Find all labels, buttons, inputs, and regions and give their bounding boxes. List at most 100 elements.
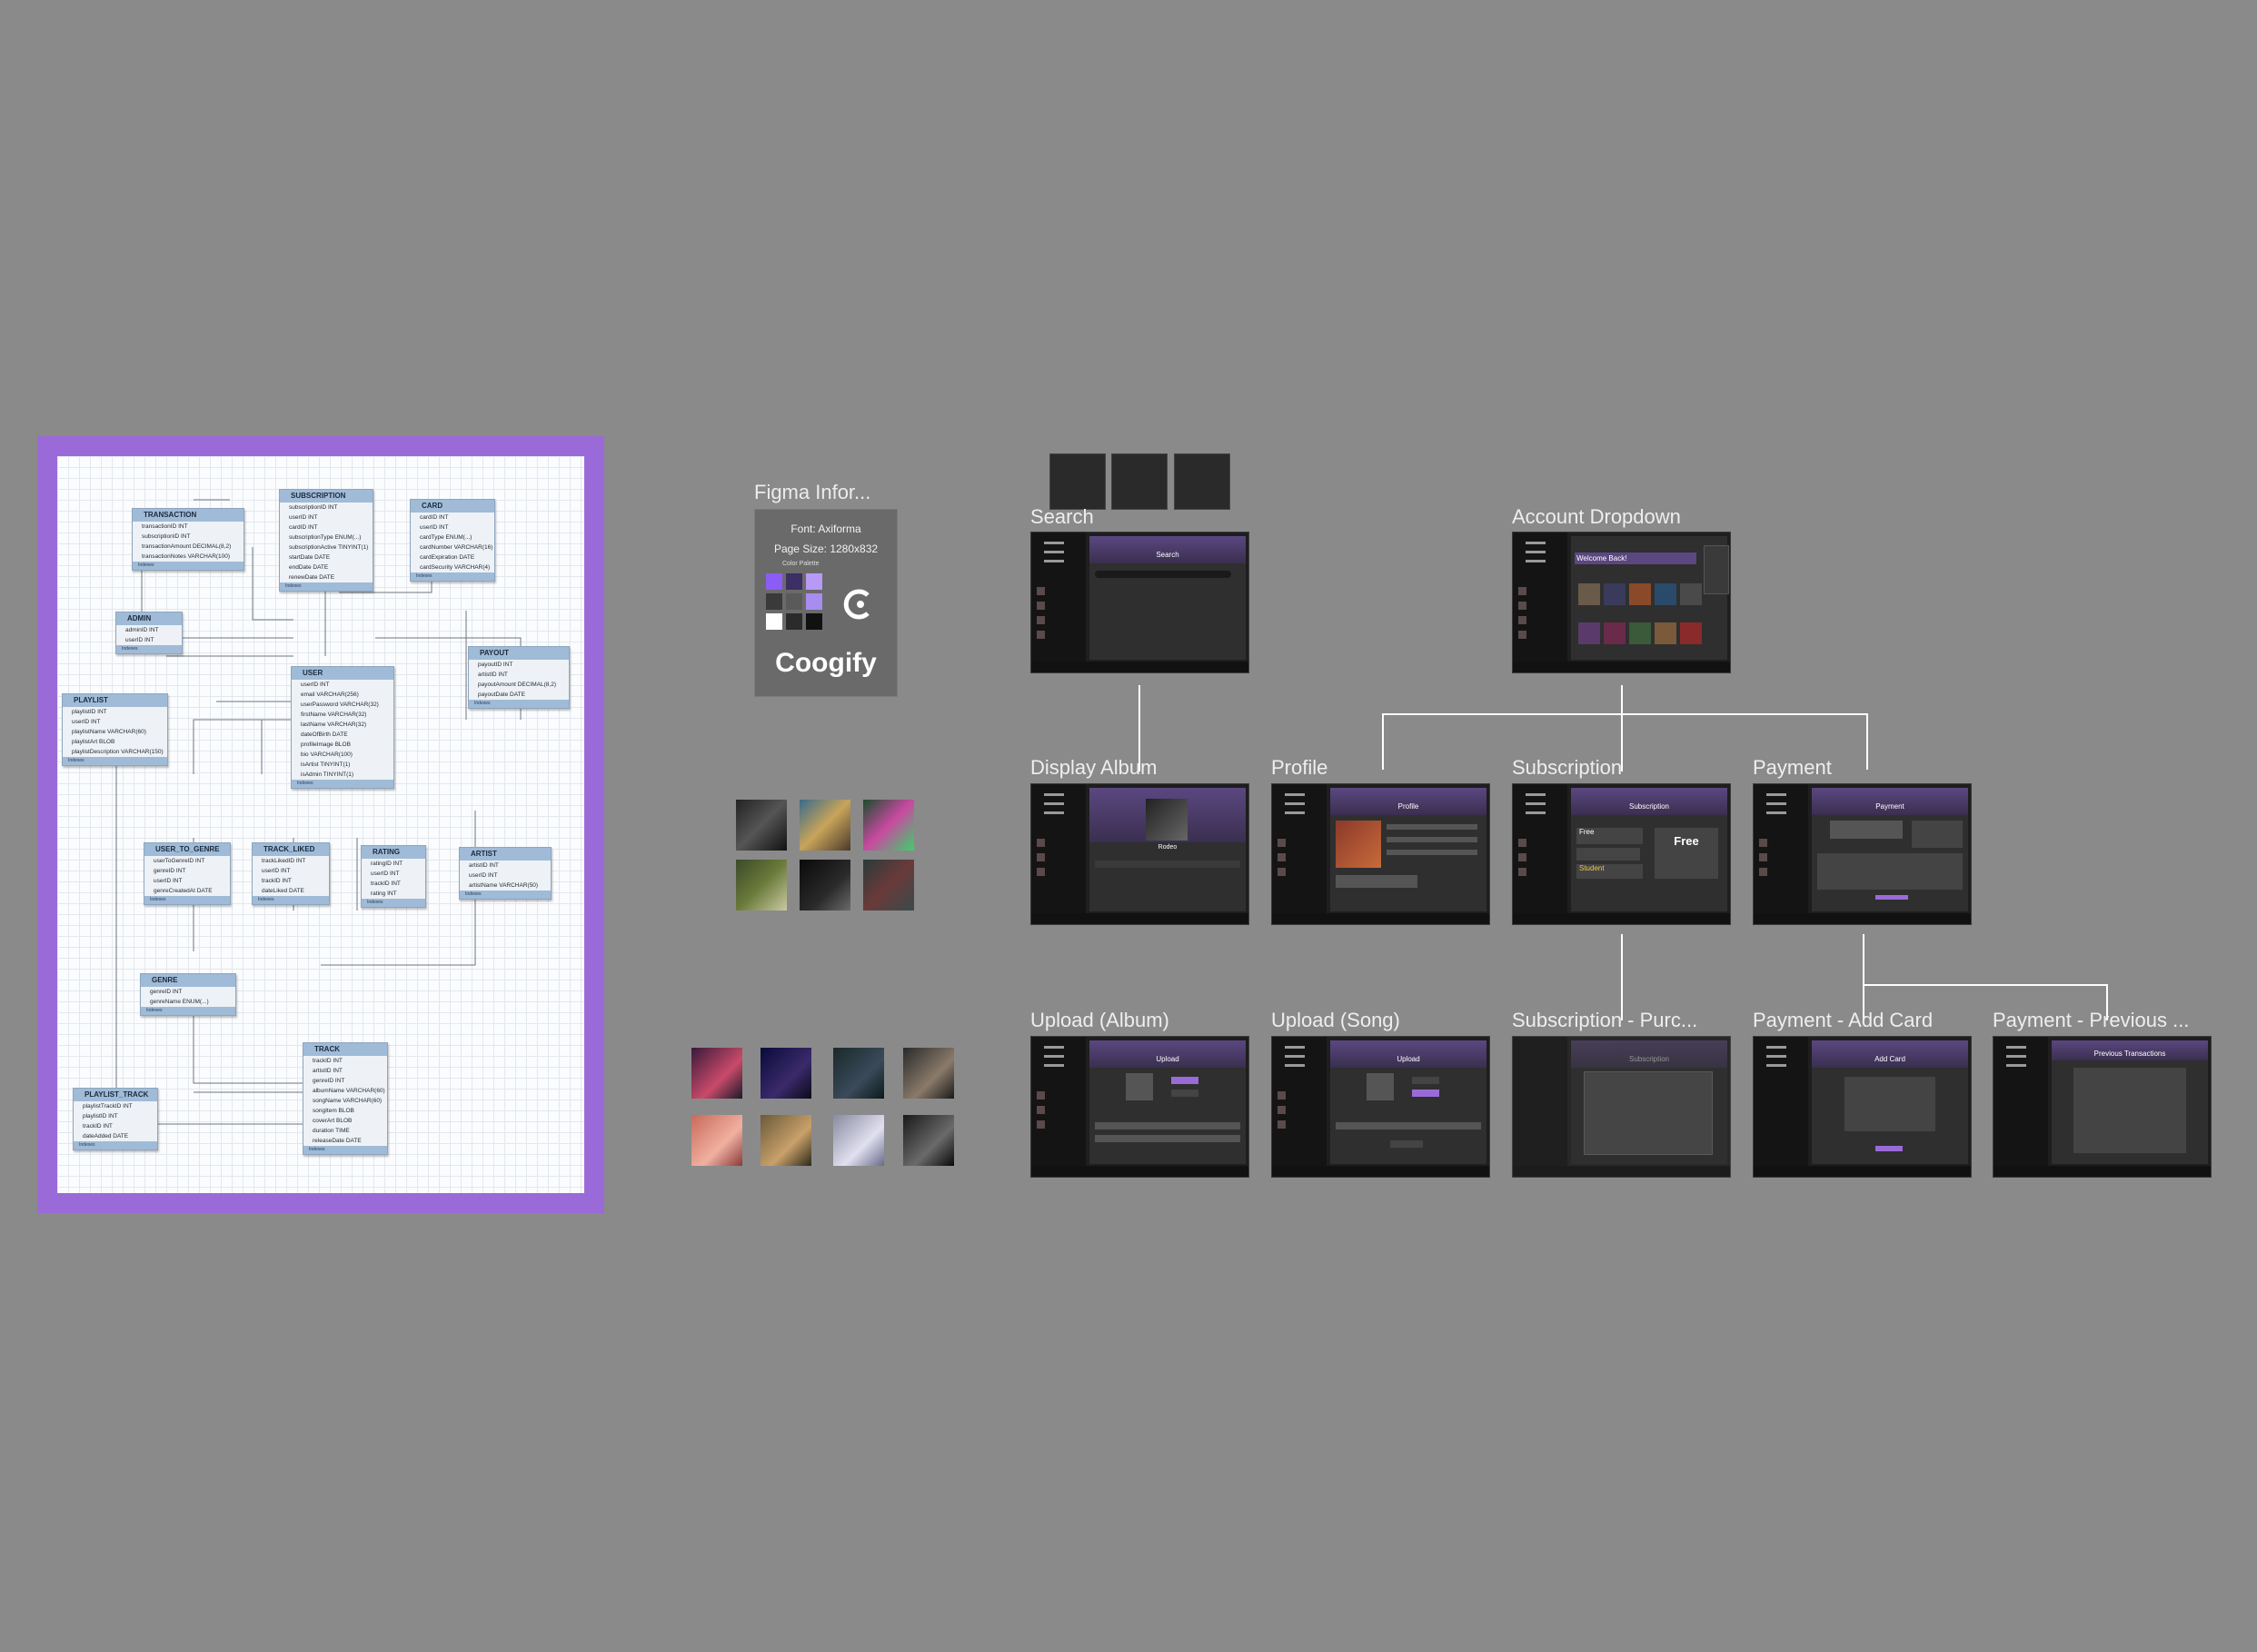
column: userID INT bbox=[72, 719, 101, 725]
screen-header: Subscription bbox=[1628, 1055, 1670, 1063]
frame-label-display-album[interactable]: Display Album bbox=[1030, 756, 1157, 780]
sidebar bbox=[1513, 532, 1567, 672]
screen-upload-album[interactable]: Upload bbox=[1030, 1036, 1249, 1178]
screen-subscription-purchase[interactable]: Subscription bbox=[1512, 1036, 1731, 1178]
column: songName VARCHAR(60) bbox=[313, 1098, 383, 1104]
screen-account-dropdown[interactable]: Welcome Back! bbox=[1512, 532, 1731, 673]
plan-free-button[interactable]: Free bbox=[1576, 828, 1643, 844]
screen-payment-add-card[interactable]: Add Card bbox=[1753, 1036, 1972, 1178]
profile-image[interactable] bbox=[1336, 821, 1381, 868]
column: trackID INT bbox=[83, 1123, 113, 1130]
figma-info-card[interactable]: Font: Axiforma Page Size: 1280x832 Color… bbox=[754, 509, 898, 697]
album-art-image bbox=[761, 1048, 811, 1099]
column: cardID INT bbox=[420, 514, 449, 521]
main-panel: Upload bbox=[1089, 1040, 1246, 1164]
bio-field[interactable] bbox=[1336, 875, 1417, 888]
add-card-form[interactable] bbox=[1844, 1077, 1935, 1131]
transactions-table[interactable] bbox=[2073, 1068, 2186, 1153]
table-card[interactable]: CARD cardID INT userID INT cardType ENUM… bbox=[410, 499, 495, 582]
plan-option-button[interactable] bbox=[1576, 848, 1640, 861]
frame-label-search[interactable]: Search bbox=[1030, 505, 1094, 529]
table-playlist-track[interactable]: PLAYLIST_TRACK playlistTrackID INT playl… bbox=[73, 1088, 158, 1150]
table-user[interactable]: USER userID INT email VARCHAR(256) userP… bbox=[291, 666, 394, 789]
track-row[interactable] bbox=[1095, 861, 1240, 868]
table-transaction[interactable]: TRANSACTION transactionID INT subscripti… bbox=[132, 508, 244, 571]
column: playlistDescription VARCHAR(150) bbox=[72, 749, 164, 755]
column: ratingID INT bbox=[371, 861, 403, 867]
frame-label-upload-song[interactable]: Upload (Song) bbox=[1271, 1009, 1400, 1032]
table-artist[interactable]: ARTIST artistID INT userID INT artistNam… bbox=[459, 847, 552, 900]
screen-search[interactable]: Search bbox=[1030, 532, 1249, 673]
erd-diagram: TRANSACTION transactionID INT subscripti… bbox=[57, 456, 584, 1193]
album-toggle-button[interactable] bbox=[1412, 1077, 1439, 1084]
column: dateAdded DATE bbox=[83, 1133, 129, 1139]
table-user-to-genre[interactable]: USER_TO_GENRE userToGenreID INT genreID … bbox=[144, 842, 231, 905]
album-toggle-button[interactable] bbox=[1171, 1077, 1198, 1084]
frame-label-payment-add-card[interactable]: Payment - Add Card bbox=[1753, 1009, 1933, 1032]
table-playlist[interactable]: PLAYLIST playlistID INT userID INT playl… bbox=[62, 693, 168, 766]
column: transactionNotes VARCHAR(100) bbox=[142, 553, 231, 560]
frame-label-upload-album[interactable]: Upload (Album) bbox=[1030, 1009, 1169, 1032]
color-swatch bbox=[786, 593, 802, 610]
table-track-liked[interactable]: TRACK_LIKED trackLikedID INT userID INT … bbox=[252, 842, 330, 905]
screen-display-album[interactable]: Rodeo bbox=[1030, 783, 1249, 925]
screen-payment-previous[interactable]: Previous Transactions bbox=[1993, 1036, 2212, 1178]
upload-dropzone[interactable] bbox=[1126, 1073, 1153, 1100]
column: playlistArt BLOB bbox=[72, 739, 115, 745]
column: startDate DATE bbox=[289, 554, 331, 561]
table-payout[interactable]: PAYOUT payoutID INT artistID INT payoutA… bbox=[468, 646, 570, 709]
column: coverArt BLOB bbox=[313, 1118, 353, 1124]
search-input[interactable] bbox=[1095, 571, 1231, 578]
submit-button[interactable] bbox=[1875, 1146, 1903, 1151]
screen-payment[interactable]: Payment bbox=[1753, 783, 1972, 925]
transaction-summary[interactable] bbox=[1912, 821, 1963, 848]
frame-label-subscription-purchase[interactable]: Subscription - Purc... bbox=[1512, 1009, 1697, 1032]
profile-field[interactable] bbox=[1387, 850, 1477, 855]
single-toggle-button[interactable] bbox=[1171, 1090, 1198, 1097]
screen-subscription[interactable]: Subscription Free Student Free bbox=[1512, 783, 1731, 925]
plan-student-button[interactable]: Student bbox=[1576, 864, 1643, 879]
submit-button[interactable] bbox=[1390, 1140, 1423, 1148]
frame-label-payment-previous[interactable]: Payment - Previous ... bbox=[1993, 1009, 2189, 1032]
player-bar bbox=[1031, 1166, 1248, 1177]
single-toggle-button[interactable] bbox=[1412, 1090, 1439, 1097]
album-art-image bbox=[761, 1115, 811, 1166]
screen-upload-song[interactable]: Upload bbox=[1271, 1036, 1490, 1178]
table-rating[interactable]: RATING ratingID INT userID INT trackID I… bbox=[361, 845, 426, 908]
erd-frame[interactable]: TRANSACTION transactionID INT subscripti… bbox=[37, 436, 604, 1213]
frame-label-payment[interactable]: Payment bbox=[1753, 756, 1832, 780]
form-field[interactable] bbox=[1095, 1122, 1240, 1130]
payment-form[interactable] bbox=[1817, 853, 1963, 890]
frame-label-subscription[interactable]: Subscription bbox=[1512, 756, 1622, 780]
table-track[interactable]: TRACK trackID INT artistID INT genreID I… bbox=[303, 1042, 388, 1155]
color-swatch bbox=[806, 573, 822, 590]
profile-field[interactable] bbox=[1387, 824, 1477, 830]
form-field[interactable] bbox=[1336, 1122, 1481, 1130]
table-genre[interactable]: GENRE genreID INT genreName ENUM(...) In… bbox=[140, 973, 236, 1016]
submit-button[interactable] bbox=[1875, 895, 1908, 900]
purchase-modal[interactable] bbox=[1584, 1071, 1713, 1155]
account-dropdown-menu[interactable] bbox=[1704, 545, 1729, 594]
flow-connector bbox=[1863, 934, 1864, 1020]
column: rating INT bbox=[371, 891, 397, 897]
table-name: ARTIST bbox=[460, 848, 551, 861]
table-admin[interactable]: ADMIN adminID INT userID INT Indexes bbox=[115, 612, 183, 654]
column: artistID INT bbox=[469, 862, 499, 869]
player-bar bbox=[1754, 913, 1971, 924]
screen-profile[interactable]: Profile bbox=[1271, 783, 1490, 925]
column: playlistID INT bbox=[72, 709, 107, 715]
form-field[interactable] bbox=[1095, 1135, 1240, 1142]
frame-label-figma-info[interactable]: Figma Infor... bbox=[754, 481, 870, 504]
profile-field[interactable] bbox=[1387, 837, 1477, 842]
frame-label-account-dropdown[interactable]: Account Dropdown bbox=[1512, 505, 1681, 529]
frame-label-profile[interactable]: Profile bbox=[1271, 756, 1327, 780]
card-summary[interactable] bbox=[1830, 821, 1903, 839]
upload-dropzone[interactable] bbox=[1367, 1073, 1394, 1100]
main-panel: Subscription Free Student Free bbox=[1571, 788, 1727, 911]
table-subscription[interactable]: SUBSCRIPTION subscriptionID INT userID I… bbox=[279, 489, 373, 592]
table-name: USER_TO_GENRE bbox=[144, 843, 230, 856]
color-swatch bbox=[766, 613, 782, 630]
sidebar bbox=[1754, 784, 1808, 924]
table-name: PAYOUT bbox=[469, 647, 569, 660]
column: bio VARCHAR(100) bbox=[301, 751, 353, 758]
